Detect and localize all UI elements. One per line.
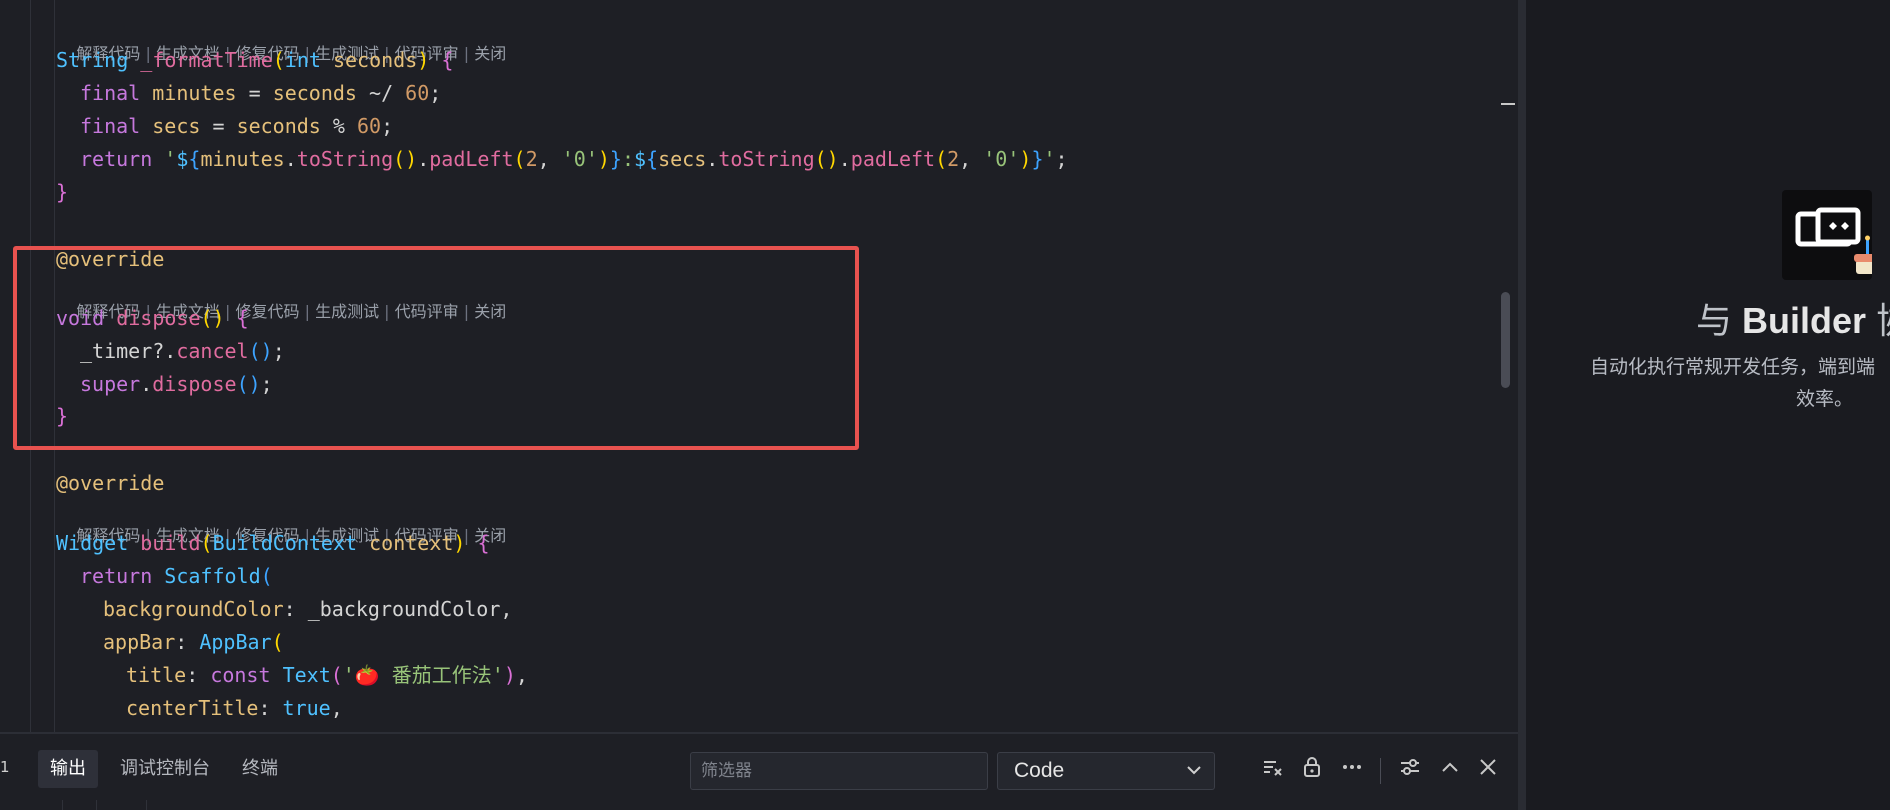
code-line: }: [56, 404, 69, 428]
indent-guide: [62, 800, 63, 810]
overview-ruler-mark: [1501, 103, 1515, 105]
panel-divider[interactable]: [1518, 0, 1526, 810]
lens-close[interactable]: 关闭: [474, 44, 506, 63]
code-line: title: const Text('🍅 番茄工作法'),: [126, 663, 528, 687]
code-line: centerTitle: true,: [126, 696, 343, 720]
panel-description-line2: 效率。: [1796, 388, 1854, 410]
panel-title: 与 Builder 协: [1696, 300, 1890, 341]
code-editor[interactable]: 解释代码 | 生成文档 | 修复代码 | 生成测试 | 代码评审 | 关闭 St…: [0, 0, 1500, 732]
filter-input[interactable]: [690, 752, 988, 790]
indent-guide: [54, 0, 55, 732]
code-line: void dispose() {: [56, 306, 249, 330]
chevron-up-icon[interactable]: [1432, 752, 1468, 790]
problem-count-badge: 1: [0, 758, 10, 776]
chevron-down-icon: [1186, 753, 1202, 803]
editor-scrollbar[interactable]: [1495, 0, 1515, 732]
code-lens: 解释代码 | 生成文档 | 修复代码 | 生成测试 | 代码评审 | 关闭: [56, 279, 506, 321]
lock-icon[interactable]: [1294, 752, 1330, 790]
code-line: appBar: AppBar(: [103, 630, 284, 654]
lens-test[interactable]: 生成测试: [315, 302, 379, 321]
indent-guide: [146, 800, 147, 810]
builder-panel: 与 Builder 协 自动化执行常规开发任务，端到端 效率。: [1526, 0, 1890, 810]
code-line: final secs = seconds % 60;: [80, 114, 394, 138]
clear-output-icon[interactable]: [1254, 752, 1290, 790]
code-lens: 解释代码 | 生成文档 | 修复代码 | 生成测试 | 代码评审 | 关闭: [56, 503, 506, 545]
panel-content-strip: [0, 800, 1518, 810]
more-icon[interactable]: [1334, 752, 1370, 790]
code-lens: 解释代码 | 生成文档 | 修复代码 | 生成测试 | 代码评审 | 关闭: [56, 21, 506, 63]
tab-debug-console[interactable]: 调试控制台: [108, 750, 222, 788]
code-line: backgroundColor: _backgroundColor,: [103, 597, 513, 621]
indent-guide: [30, 0, 31, 732]
indent-guide: [96, 800, 97, 810]
code-line: String _formatTime(int seconds) {: [56, 48, 454, 72]
lens-review[interactable]: 代码评审: [395, 302, 459, 321]
lens-sep: |: [458, 302, 475, 321]
code-line: Widget build(BuildContext context) {: [56, 531, 490, 555]
lens-sep: |: [379, 302, 395, 321]
code-line: return '${minutes.toString().padLeft(2, …: [80, 147, 1068, 171]
code-line: }: [56, 180, 69, 204]
output-channel-select[interactable]: Code: [997, 752, 1215, 790]
code-line: super.dispose();: [80, 372, 273, 396]
lens-sep: |: [299, 302, 316, 321]
lens-sep: |: [458, 44, 475, 63]
code-line: final minutes = seconds ~/ 60;: [80, 81, 442, 105]
tab-output[interactable]: 输出: [38, 750, 98, 788]
code-line: _timer?.cancel();: [80, 339, 285, 363]
close-icon[interactable]: [1470, 752, 1506, 790]
tab-terminal[interactable]: 终端: [230, 750, 290, 788]
scroll-thumb[interactable]: [1501, 292, 1510, 388]
builder-robot-icon: [1782, 190, 1882, 280]
output-channel-label: Code: [1014, 759, 1065, 782]
bottom-panel: 1 输出 调试控制台 终端 Code: [0, 732, 1518, 810]
panel-description: 自动化执行常规开发任务，端到端: [1590, 356, 1876, 378]
lens-close[interactable]: 关闭: [474, 302, 506, 321]
settings-icon[interactable]: [1392, 752, 1428, 790]
code-line: @override: [56, 471, 165, 495]
toolbar-separator: [1380, 758, 1381, 784]
code-line: @override: [56, 247, 165, 271]
code-line: return Scaffold(: [80, 564, 273, 588]
